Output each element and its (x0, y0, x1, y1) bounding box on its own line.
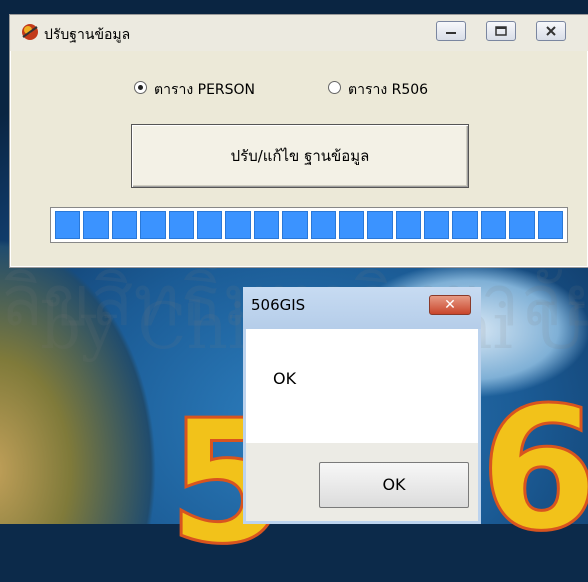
title-bar[interactable]: ปรับฐานข้อมูล (10, 15, 588, 51)
close-icon: ✕ (444, 297, 456, 313)
progress-segment (196, 211, 223, 239)
progress-segment (338, 211, 365, 239)
progress-segment (140, 211, 166, 239)
update-database-button[interactable]: ปรับ/แก้ไข ฐานข้อมูล (131, 124, 469, 188)
progress-segment (225, 211, 251, 239)
dialog-title-bar[interactable]: 506GIS ✕ (243, 287, 481, 329)
app-icon (22, 24, 38, 40)
progress-segment (83, 211, 109, 239)
dialog-title: 506GIS (251, 296, 306, 314)
progress-segment (168, 211, 194, 239)
progress-segment (480, 211, 507, 239)
progress-segment (452, 211, 478, 239)
update-database-window: ปรับฐานข้อมูล ตาราง PERSON ตาราง R506 ปร… (9, 14, 588, 268)
progress-segment (509, 211, 535, 239)
logo-digit-6: 6 (478, 371, 588, 569)
progress-segment (111, 211, 138, 239)
minimize-button[interactable] (436, 21, 466, 41)
maximize-icon (495, 26, 507, 36)
progress-segment (367, 211, 393, 239)
maximize-button[interactable] (486, 21, 516, 41)
close-icon (546, 26, 556, 36)
progress-segment (55, 211, 81, 239)
progress-segment (424, 211, 450, 239)
progress-bar (50, 207, 568, 243)
progress-segment (282, 211, 308, 239)
message-dialog: 506GIS ✕ OK OK (243, 287, 481, 524)
progress-segment (537, 211, 564, 239)
radio-r506-label: ตาราง R506 (348, 82, 429, 98)
window-title: ปรับฐานข้อมูล (44, 27, 131, 43)
close-button[interactable] (536, 21, 566, 41)
radio-person-label: ตาราง PERSON (154, 82, 256, 98)
dialog-message: OK (273, 369, 297, 388)
radio-person[interactable] (134, 81, 147, 94)
minimize-icon (446, 32, 456, 34)
dialog-close-button[interactable]: ✕ (429, 295, 471, 315)
radio-r506[interactable] (328, 81, 341, 94)
progress-segment (395, 211, 422, 239)
ok-button[interactable]: OK (319, 462, 469, 508)
progress-segment (310, 211, 336, 239)
progress-segment (253, 211, 280, 239)
